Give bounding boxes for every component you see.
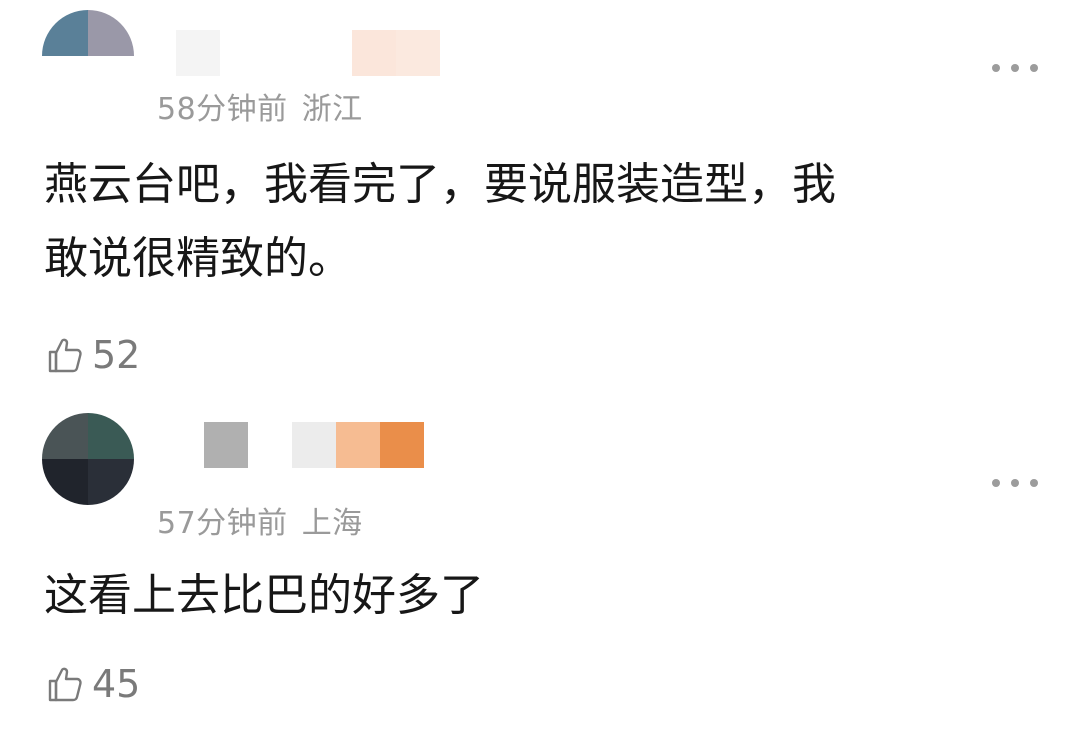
thumbs-up-icon — [48, 667, 82, 702]
mosaic-block — [176, 30, 220, 76]
avatar-pixel — [42, 56, 88, 102]
comment-text-line: 这看上去比巴的好多了 — [44, 570, 484, 621]
more-dots-icon — [1011, 64, 1019, 72]
comment-meta: 58分钟前 浙江 — [157, 84, 363, 128]
mosaic-block — [352, 30, 396, 76]
more-dots-icon — [1030, 479, 1038, 487]
like-count: 45 — [92, 662, 141, 706]
more-options-button[interactable] — [992, 58, 1038, 78]
thumbs-up-icon — [48, 338, 82, 373]
comment-item: 57分钟前 上海 这看上去比巴的好多了 45 — [0, 395, 1080, 737]
comment-time: 57分钟前 — [157, 506, 288, 541]
mosaic-block — [264, 30, 308, 76]
avatar-pixel — [42, 413, 88, 459]
avatar-pixel — [88, 56, 134, 102]
avatar-pixel — [88, 413, 134, 459]
comment-meta: 57分钟前 上海 — [157, 498, 363, 542]
mosaic-block — [204, 422, 248, 468]
mosaic-block — [248, 422, 292, 468]
comment-item: 58分钟前 浙江 燕云台吧，我看完了，要说服装造型，我 敢说很精致的。 52 — [0, 0, 1080, 395]
comment-location: 上海 — [301, 506, 363, 541]
more-dots-icon — [992, 64, 1000, 72]
mosaic-block — [336, 422, 380, 468]
comment-text-line: 燕云台吧，我看完了，要说服装造型，我 — [44, 159, 836, 210]
avatar[interactable] — [42, 10, 134, 102]
avatar[interactable] — [42, 413, 134, 505]
avatar-pixel — [42, 10, 88, 56]
comment-location: 浙江 — [301, 92, 363, 127]
like-count: 52 — [92, 333, 141, 377]
avatar-pixel — [42, 459, 88, 505]
more-dots-icon — [992, 479, 1000, 487]
mosaic-block — [308, 30, 352, 76]
mosaic-block — [220, 30, 264, 76]
more-dots-icon — [1011, 479, 1019, 487]
comment-time: 58分钟前 — [157, 92, 288, 127]
comment-text-line: 敢说很精致的。 — [44, 233, 352, 284]
username-mosaic[interactable] — [176, 30, 440, 76]
avatar-pixel — [88, 459, 134, 505]
comment-text: 这看上去比巴的好多了 — [44, 559, 1034, 633]
comment-text: 燕云台吧，我看完了，要说服装造型，我 敢说很精致的。 — [44, 148, 1034, 296]
avatar-pixel — [88, 10, 134, 56]
more-dots-icon — [1030, 64, 1038, 72]
more-options-button[interactable] — [992, 473, 1038, 493]
mosaic-block — [292, 422, 336, 468]
mosaic-block — [160, 422, 204, 468]
mosaic-block — [396, 30, 440, 76]
username-mosaic[interactable] — [160, 422, 424, 468]
mosaic-block — [380, 422, 424, 468]
like-button[interactable]: 45 — [44, 659, 140, 709]
like-button[interactable]: 52 — [44, 330, 140, 380]
